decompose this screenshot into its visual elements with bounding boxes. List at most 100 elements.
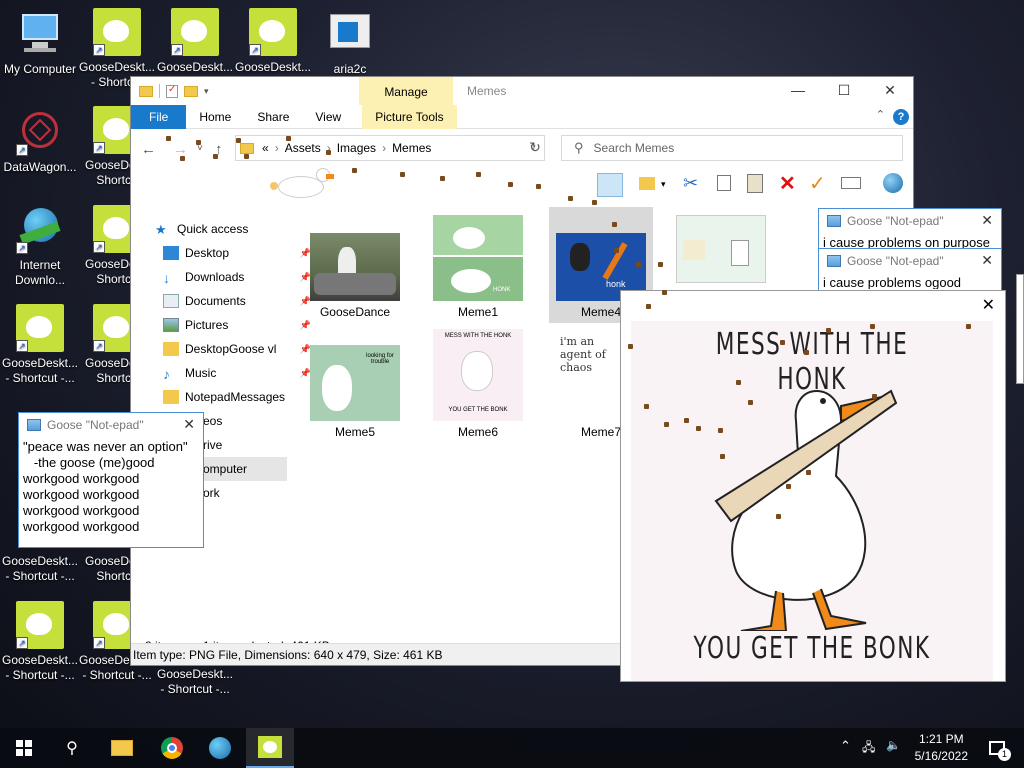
taskbar-internet-download-manager[interactable] [196, 728, 244, 768]
nav-music[interactable]: ♪ Music 📌 [155, 361, 311, 385]
desktop-icon-label: aria2c [333, 62, 367, 76]
help-icon[interactable]: ? [893, 109, 909, 125]
chevron-down-icon[interactable]: ▾ [204, 86, 209, 97]
cut-icon[interactable]: ✂ [683, 173, 698, 194]
globe-download-icon [209, 737, 231, 759]
goose-icon [93, 8, 141, 56]
taskbar-file-explorer[interactable] [98, 728, 146, 768]
desktop-icon-datawagon[interactable]: DataWagon... [0, 108, 80, 175]
start-button[interactable] [0, 728, 48, 768]
nav-label: rive [203, 438, 223, 452]
chevron-up-icon[interactable]: ⌃ [840, 738, 851, 754]
desktop-icon-aria2c[interactable]: aria2c [310, 10, 390, 77]
notepad-text[interactable]: i cause problems ogood [819, 273, 1001, 289]
breadcrumb-overflow[interactable]: « [262, 141, 269, 155]
nav-desktopgoose[interactable]: DesktopGoose vl 📌 [155, 337, 311, 361]
tab-view[interactable]: View [302, 105, 354, 129]
desktop-icon-my-computer[interactable]: My Computer [0, 10, 80, 77]
ribbon-tabs: File Home Share View Picture Tools ⌃ ? [131, 104, 913, 129]
nav-label: ork [203, 486, 220, 500]
desktop-icon-internet-download[interactable]: Internet Downlo... [0, 206, 80, 288]
file-meme1[interactable]: HONK Meme1 [430, 215, 526, 319]
notepad-titlebar[interactable]: Goose "Not-epad" ✕ [19, 413, 203, 437]
folder-icon [139, 85, 153, 97]
globe-download-icon [16, 206, 64, 254]
close-button[interactable]: ✕ [867, 77, 913, 105]
clock[interactable]: 1:21 PM 5/16/2022 [915, 731, 968, 765]
nav-downloads[interactable]: ↓ Downloads 📌 [155, 265, 311, 289]
folder-icon[interactable] [639, 177, 655, 190]
close-icon[interactable]: ✕ [183, 416, 195, 433]
goose-icon [171, 8, 219, 56]
notepad-titlebar[interactable]: Goose "Not-epad" ✕ [819, 209, 1001, 233]
tab-file[interactable]: File [131, 104, 187, 129]
desktop-icon-label: GooseDeskt... - Shortcut -... [1, 356, 79, 385]
thumbnail-image: looking for trouble [310, 345, 400, 421]
window-title: Memes [467, 84, 507, 98]
network-icon[interactable]: 🖧 [862, 738, 875, 759]
file-meme-comic[interactable] [676, 215, 766, 283]
preview-pane-icon[interactable] [597, 173, 623, 197]
desktop-icon-goose[interactable]: GooseDeskt... [233, 8, 313, 75]
properties-icon[interactable] [166, 84, 178, 98]
file-meme5[interactable]: looking for trouble Meme5 [307, 345, 403, 439]
file-meme6[interactable]: MESS WITH THE HONK YOU GET THE BONK Meme… [430, 329, 526, 439]
nav-quick-access[interactable]: ★ Quick access [155, 217, 311, 241]
maximize-button[interactable]: ☐ [821, 77, 867, 105]
notepad-text[interactable]: "peace was never an option" -the goose (… [19, 437, 203, 543]
breadcrumb-assets[interactable]: Assets [285, 141, 321, 155]
nav-documents[interactable]: Documents 📌 [155, 289, 311, 313]
address-bar[interactable]: « › Assets › Images › Memes ˅ [235, 135, 545, 161]
search-button[interactable]: ⚲ [48, 728, 96, 768]
tab-picture-tools[interactable]: Picture Tools [362, 104, 457, 129]
pictures-icon [163, 318, 179, 332]
close-icon[interactable]: ✕ [982, 295, 995, 315]
check-icon[interactable]: ✓ [809, 171, 826, 196]
notepad-title: Goose "Not-epad" [47, 418, 144, 432]
desktop-icon-goose-shortcut[interactable]: GooseDeskt... - Shortcut -... [0, 304, 80, 386]
goose-icon [249, 8, 297, 56]
back-arrow-icon[interactable]: ← [141, 141, 156, 158]
tab-share[interactable]: Share [244, 105, 302, 129]
divider [159, 84, 160, 98]
volume-icon[interactable]: 🔈 [886, 738, 901, 752]
copy-icon[interactable] [717, 175, 731, 191]
desktop-icon-goose-shortcut[interactable]: GooseDeskt... - Shortcut -... [0, 601, 80, 683]
chevron-down-icon[interactable]: ▾ [661, 179, 666, 190]
goose-icon [258, 736, 282, 758]
pin-icon[interactable]: 📌 [300, 320, 311, 331]
globe-icon[interactable] [883, 173, 903, 193]
notepad-titlebar[interactable]: Goose "Not-epad" ✕ [819, 249, 1001, 273]
search-input[interactable]: ⚲ Search Memes [561, 135, 903, 161]
document-icon [163, 294, 179, 308]
taskbar-goose[interactable] [246, 728, 294, 768]
file-goosedance[interactable]: GooseDance [307, 233, 403, 319]
desktop-icon-label: GooseDeskt... [234, 60, 312, 74]
notepad-icon [827, 255, 841, 267]
close-icon[interactable]: ✕ [981, 252, 993, 269]
notepad-text[interactable]: i cause problems on purpose [819, 233, 1001, 249]
tab-home[interactable]: Home [186, 105, 244, 129]
rename-icon[interactable] [841, 177, 861, 189]
file-name: Meme1 [457, 305, 498, 319]
nav-label: omputer [203, 462, 248, 476]
close-icon[interactable]: ✕ [981, 212, 993, 229]
delete-icon[interactable]: ✕ [779, 171, 796, 196]
notification-count: 1 [998, 748, 1011, 761]
refresh-icon[interactable]: ↻ [523, 139, 547, 156]
nav-desktop[interactable]: Desktop 📌 [155, 241, 311, 265]
goose-sprite[interactable] [270, 164, 334, 204]
taskbar-chrome[interactable] [148, 728, 196, 768]
minimize-button[interactable]: — [775, 77, 821, 105]
desktop-icon-label: GooseDeskt... - Shortcut -... [1, 653, 79, 682]
nav-notepadmessages[interactable]: NotepadMessages [155, 385, 311, 409]
nav-pictures[interactable]: Pictures 📌 [155, 313, 311, 337]
new-folder-icon[interactable] [184, 85, 198, 97]
desktop-icon-goose[interactable]: GooseDeskt... [155, 8, 235, 75]
tab-manage[interactable]: Manage [359, 77, 453, 105]
paste-icon[interactable] [747, 174, 763, 193]
breadcrumb-memes[interactable]: Memes [392, 141, 431, 155]
action-center-button[interactable]: 1 [980, 728, 1014, 768]
breadcrumb-images[interactable]: Images [337, 141, 376, 155]
chevron-up-icon[interactable]: ⌃ [876, 108, 885, 121]
